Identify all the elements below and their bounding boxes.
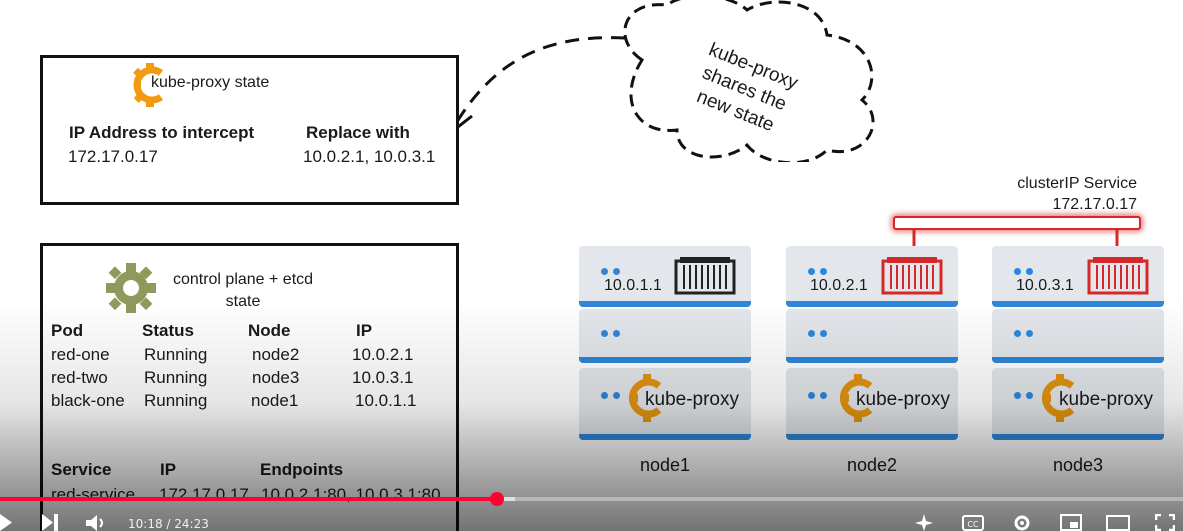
time-separator: / bbox=[162, 517, 175, 531]
etcd-gear-icon bbox=[106, 263, 156, 313]
pod-row-1-pod: red-one bbox=[51, 345, 110, 364]
node3-proxy-label: kube-proxy bbox=[1059, 389, 1153, 410]
play-icon[interactable] bbox=[0, 514, 14, 531]
led-dot bbox=[808, 392, 815, 399]
progress-played bbox=[0, 497, 497, 501]
pod-row-2-pod: red-two bbox=[51, 368, 108, 387]
led-dot bbox=[601, 330, 608, 337]
service-row-endpoints: 10.0.2.1:80, 10.0.3.1:80 bbox=[261, 485, 441, 504]
control-plane-panel: control plane + etcd state Pod Status No… bbox=[40, 243, 459, 531]
node1-server: 10.0.1.1 kube-proxy bbox=[579, 246, 751, 442]
share-arrow bbox=[444, 36, 626, 133]
node2-proxy-label: kube-proxy bbox=[856, 389, 950, 410]
pod-row-1-node: node2 bbox=[252, 345, 300, 364]
node1-label: node1 bbox=[639, 455, 691, 475]
led-dot bbox=[1014, 268, 1021, 275]
pod-row-3-status: Running bbox=[144, 391, 208, 410]
service-row-name: red-service bbox=[51, 485, 136, 504]
svg-text:CC: CC bbox=[967, 520, 979, 529]
scrubber-handle[interactable] bbox=[489, 492, 504, 506]
led-dot bbox=[808, 330, 815, 337]
pod-row-2-status: Running bbox=[144, 368, 208, 387]
pod-row-1-status: Running bbox=[144, 345, 208, 364]
kubeproxy-state-panel: kube-proxy state IP Address to intercept… bbox=[40, 55, 459, 205]
led-dot bbox=[1014, 392, 1021, 399]
node2-label: node2 bbox=[846, 455, 898, 475]
pod-row-3-node: node1 bbox=[251, 391, 299, 410]
miniplayer-icon[interactable] bbox=[1060, 514, 1082, 531]
cluster-service-label-line2: 172.17.0.17 bbox=[1052, 196, 1137, 213]
progress-track[interactable] bbox=[0, 492, 1183, 506]
control-plane-title-line2: state bbox=[225, 293, 261, 310]
node3-ip: 10.0.3.1 bbox=[1016, 277, 1074, 294]
pod-header-node: Node bbox=[248, 321, 291, 340]
control-plane-title: control plane + etcd state bbox=[158, 269, 328, 313]
node1-ip: 10.0.1.1 bbox=[604, 277, 662, 294]
pod-header-ip: IP bbox=[356, 321, 373, 340]
fullscreen-icon[interactable] bbox=[1155, 514, 1175, 531]
pod-header-status: Status bbox=[142, 321, 194, 340]
container-icon bbox=[881, 257, 943, 295]
sparkle-icon[interactable] bbox=[914, 514, 934, 531]
cluster-service-label-line1: clusterIP Service bbox=[1017, 175, 1137, 192]
next-icon[interactable] bbox=[42, 514, 60, 531]
service-header-ip: IP bbox=[160, 460, 177, 479]
service-header-service: Service bbox=[51, 460, 112, 479]
col-header-replace-with: Replace with bbox=[306, 123, 410, 142]
time-display: 10:18 / 24:23 bbox=[128, 517, 209, 531]
container-icon bbox=[674, 257, 736, 295]
service-row-ip: 172.17.0.17 bbox=[159, 485, 249, 504]
settings-gear-icon[interactable] bbox=[1012, 514, 1032, 531]
pod-header-pod: Pod bbox=[51, 321, 84, 340]
container-icon bbox=[1087, 257, 1149, 295]
service-header-endpoints: Endpoints bbox=[260, 460, 344, 479]
col-header-ip-intercept: IP Address to intercept bbox=[69, 123, 255, 142]
led-dot bbox=[601, 268, 608, 275]
led-dot bbox=[808, 268, 815, 275]
node3-label: node3 bbox=[1052, 455, 1104, 475]
pod-row-1-ip: 10.0.2.1 bbox=[352, 345, 414, 364]
cluster-service-bar bbox=[893, 216, 1141, 230]
cluster-service-label: clusterIP Service 172.17.0.17 bbox=[960, 173, 1137, 215]
led-dot bbox=[601, 392, 608, 399]
pod-row-3-pod: black-one bbox=[51, 391, 125, 410]
pod-row-3-ip: 10.0.1.1 bbox=[355, 391, 417, 410]
theater-mode-icon[interactable] bbox=[1106, 514, 1130, 531]
node2-ip: 10.0.2.1 bbox=[810, 277, 868, 294]
node3-server: 10.0.3.1 kube-proxy bbox=[992, 246, 1164, 442]
pod-row-2-ip: 10.0.3.1 bbox=[352, 368, 414, 387]
replace-with-value: 10.0.2.1, 10.0.3.1 bbox=[303, 147, 436, 166]
kubeproxy-state-title: kube-proxy state bbox=[151, 74, 270, 91]
pod-row-2-node: node3 bbox=[252, 368, 300, 387]
time-current: 10:18 bbox=[128, 517, 163, 531]
led-dot bbox=[1014, 330, 1021, 337]
captions-icon[interactable]: CC bbox=[962, 515, 984, 531]
time-total: 24:23 bbox=[174, 517, 209, 531]
control-plane-title-line1: control plane + etcd bbox=[172, 271, 314, 288]
node1-proxy-label: kube-proxy bbox=[645, 389, 739, 410]
intercept-ip-value: 172.17.0.17 bbox=[68, 147, 158, 166]
node2-server: 10.0.2.1 kube-proxy bbox=[786, 246, 958, 442]
volume-icon[interactable] bbox=[86, 515, 106, 531]
